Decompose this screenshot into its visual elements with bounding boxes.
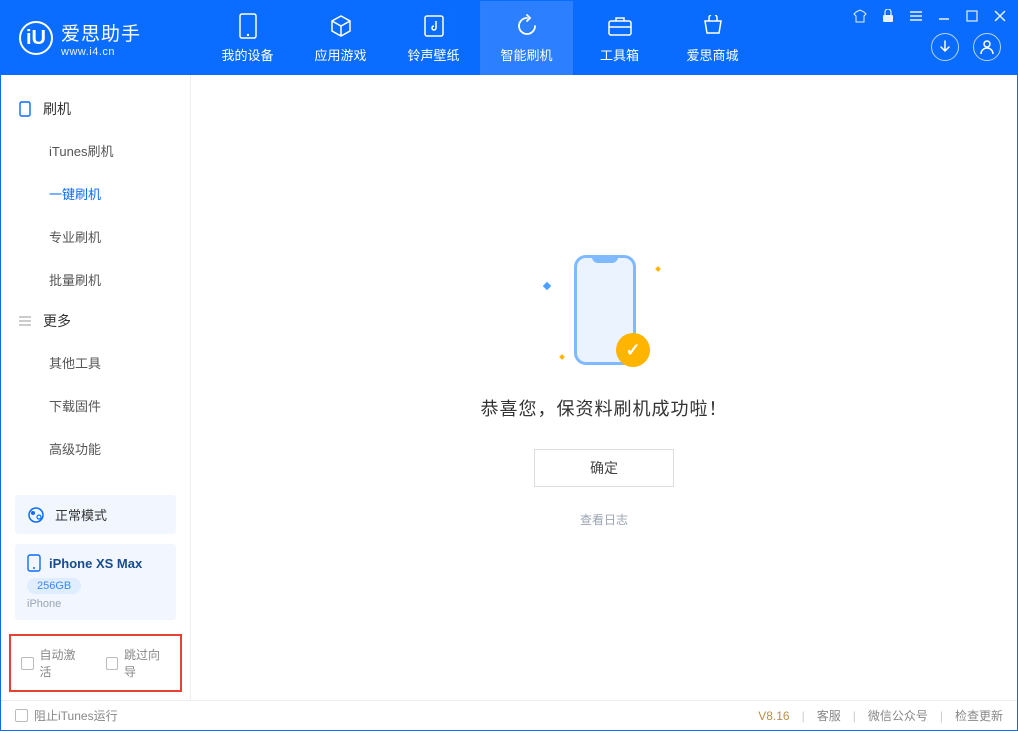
group-title: 更多 (43, 311, 71, 331)
logo-text: 爱思助手 www.i4.cn (61, 19, 141, 58)
sidebar-item-advanced[interactable]: 高级功能 (1, 427, 190, 470)
download-button[interactable] (931, 33, 959, 61)
shirt-icon[interactable] (851, 7, 869, 25)
nav-tabs: 我的设备 应用游戏 铃声壁纸 智能刷机 (201, 1, 759, 75)
success-illustration: ✓ (524, 247, 684, 377)
toolbox-icon (607, 13, 633, 39)
header-right-buttons (931, 33, 1001, 61)
app-window: iU 爱思助手 www.i4.cn 我的设备 应用游戏 (0, 0, 1018, 731)
checkbox-label: 自动激活 (40, 646, 86, 680)
list-icon (17, 313, 33, 329)
footer-right: V8.16 | 客服 | 微信公众号 | 检查更新 (758, 707, 1003, 724)
app-site: www.i4.cn (61, 46, 141, 58)
menu-icon[interactable] (907, 7, 925, 25)
checkbox-block-itunes[interactable]: 阻止iTunes运行 (15, 707, 118, 724)
ok-button[interactable]: 确定 (534, 449, 674, 487)
sidebar-group-more: 更多 (1, 301, 190, 341)
storage-badge: 256GB (27, 578, 81, 594)
device-info-panel[interactable]: iPhone XS Max 256GB iPhone (15, 544, 176, 620)
sidebar-item-oneclick[interactable]: 一键刷机 (1, 172, 190, 215)
device-type: iPhone (27, 598, 164, 610)
sparkle-icon (655, 266, 661, 272)
music-icon (421, 13, 447, 39)
window-controls (851, 7, 1009, 25)
group-title: 刷机 (43, 99, 71, 119)
view-log-link[interactable]: 查看日志 (580, 511, 628, 528)
main-content: ✓ 恭喜您，保资料刷机成功啦！ 确定 查看日志 (191, 75, 1017, 700)
sidebar: 刷机 iTunes刷机 一键刷机 专业刷机 批量刷机 更多 其他工具 下载固件 … (1, 75, 191, 700)
nav-my-device[interactable]: 我的设备 (201, 1, 294, 75)
mode-icon (27, 506, 45, 524)
header-bar: iU 爱思助手 www.i4.cn 我的设备 应用游戏 (1, 1, 1017, 75)
device-mode-box[interactable]: 正常模式 (15, 495, 176, 534)
refresh-icon (514, 13, 540, 39)
logo-area: iU 爱思助手 www.i4.cn (1, 19, 201, 58)
device-phone-icon (27, 554, 41, 572)
nav-flash[interactable]: 智能刷机 (480, 1, 573, 75)
nav-apps[interactable]: 应用游戏 (294, 1, 387, 75)
check-icon: ✓ (616, 333, 650, 367)
sidebar-group-flash: 刷机 (1, 89, 190, 129)
sidebar-item-firmware[interactable]: 下载固件 (1, 384, 190, 427)
minimize-icon[interactable] (935, 7, 953, 25)
version-label: V8.16 (758, 709, 789, 723)
nav-ringtones[interactable]: 铃声壁纸 (387, 1, 480, 75)
sidebar-item-pro[interactable]: 专业刷机 (1, 215, 190, 258)
nav-label: 爱思商城 (686, 45, 738, 64)
nav-shop[interactable]: 爱思商城 (666, 1, 759, 75)
phone-notch (592, 255, 618, 263)
nav-label: 智能刷机 (500, 45, 552, 64)
checkbox-label: 跳过向导 (124, 646, 170, 680)
checkbox-skip-guide[interactable]: 跳过向导 (106, 646, 171, 680)
checkbox-label: 阻止iTunes运行 (34, 707, 118, 724)
cube-icon (328, 13, 354, 39)
nav-label: 工具箱 (600, 45, 639, 64)
footer-link-update[interactable]: 检查更新 (955, 707, 1003, 724)
close-icon[interactable] (991, 7, 1009, 25)
checkbox-auto-activate[interactable]: 自动激活 (21, 646, 86, 680)
nav-label: 应用游戏 (314, 45, 366, 64)
maximize-icon[interactable] (963, 7, 981, 25)
shop-icon (700, 13, 726, 39)
sidebar-item-itunes[interactable]: iTunes刷机 (1, 129, 190, 172)
user-button[interactable] (973, 33, 1001, 61)
checkbox-icon (21, 657, 34, 670)
mode-label: 正常模式 (55, 505, 107, 524)
logo-icon: iU (19, 21, 53, 55)
nav-toolbox[interactable]: 工具箱 (573, 1, 666, 75)
sidebar-item-batch[interactable]: 批量刷机 (1, 258, 190, 301)
sidebar-item-other[interactable]: 其他工具 (1, 341, 190, 384)
nav-label: 铃声壁纸 (407, 45, 459, 64)
nav-label: 我的设备 (221, 45, 273, 64)
device-name: iPhone XS Max (49, 556, 142, 571)
footer-link-wechat[interactable]: 微信公众号 (868, 707, 928, 724)
sparkle-icon (543, 282, 551, 290)
app-name: 爱思助手 (61, 19, 141, 46)
sparkle-icon (559, 354, 565, 360)
success-message: 恭喜您，保资料刷机成功啦！ (481, 395, 728, 421)
phone-icon (17, 101, 33, 117)
body: 刷机 iTunes刷机 一键刷机 专业刷机 批量刷机 更多 其他工具 下载固件 … (1, 75, 1017, 700)
footer-bar: 阻止iTunes运行 V8.16 | 客服 | 微信公众号 | 检查更新 (1, 700, 1017, 730)
checkbox-icon (106, 657, 119, 670)
device-icon (235, 13, 261, 39)
lock-icon[interactable] (879, 7, 897, 25)
options-row: 自动激活 跳过向导 (9, 634, 182, 692)
footer-link-service[interactable]: 客服 (817, 707, 841, 724)
checkbox-icon (15, 709, 28, 722)
